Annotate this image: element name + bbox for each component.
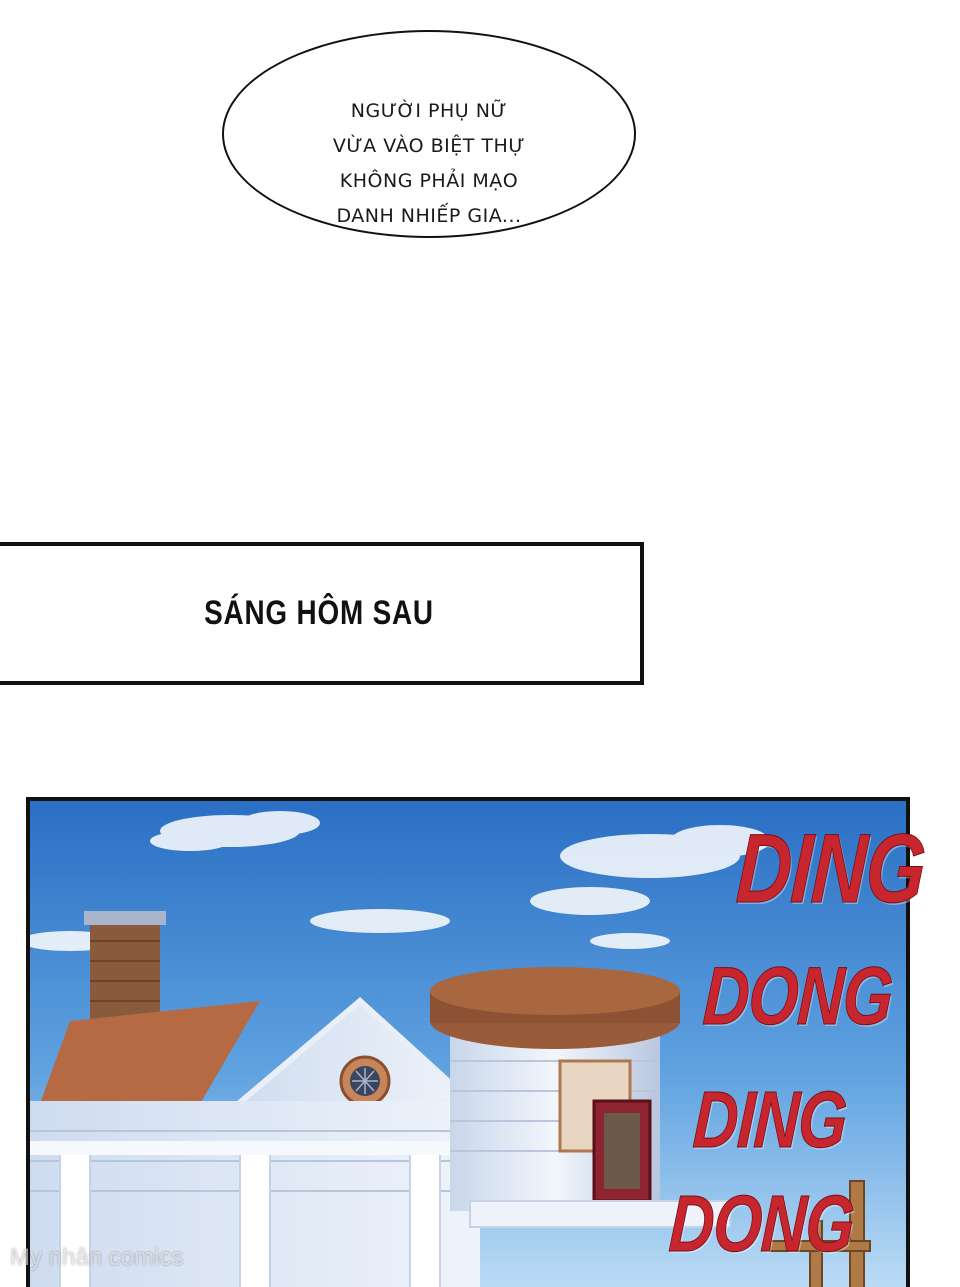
sfx-dong-1: DONG (700, 951, 896, 1043)
speech-line-3: KHÔNG PHẢI MẠO (339, 170, 519, 192)
speech-line-2: VỪA VÀO BIỆT THỰ (332, 135, 526, 157)
speech-line-4: DANH NHIẾP GIA... (336, 205, 522, 227)
round-tower (430, 967, 680, 1211)
speech-line-1: NGƯỜI PHỤ NỮ (350, 100, 508, 122)
sfx-ding-1: DING (733, 813, 929, 924)
porch-beam (30, 1141, 480, 1155)
speech-bubble: NGƯỜI PHỤ NỮ VỪA VÀO BIỆT THỰ KHÔNG PHẢI… (222, 30, 636, 238)
watermark: My nhân comics (10, 1244, 184, 1271)
narration-caption-text: SÁNG HÔM SAU (204, 594, 434, 632)
speech-bubble-text: NGƯỜI PHỤ NỮ VỪA VÀO BIỆT THỰ KHÔNG PHẢI… (224, 94, 634, 234)
sfx-ding-2: DING (691, 1075, 850, 1165)
sfx-dong-2: DONG (667, 1179, 857, 1269)
narration-caption-box: SÁNG HÔM SAU (0, 542, 644, 685)
